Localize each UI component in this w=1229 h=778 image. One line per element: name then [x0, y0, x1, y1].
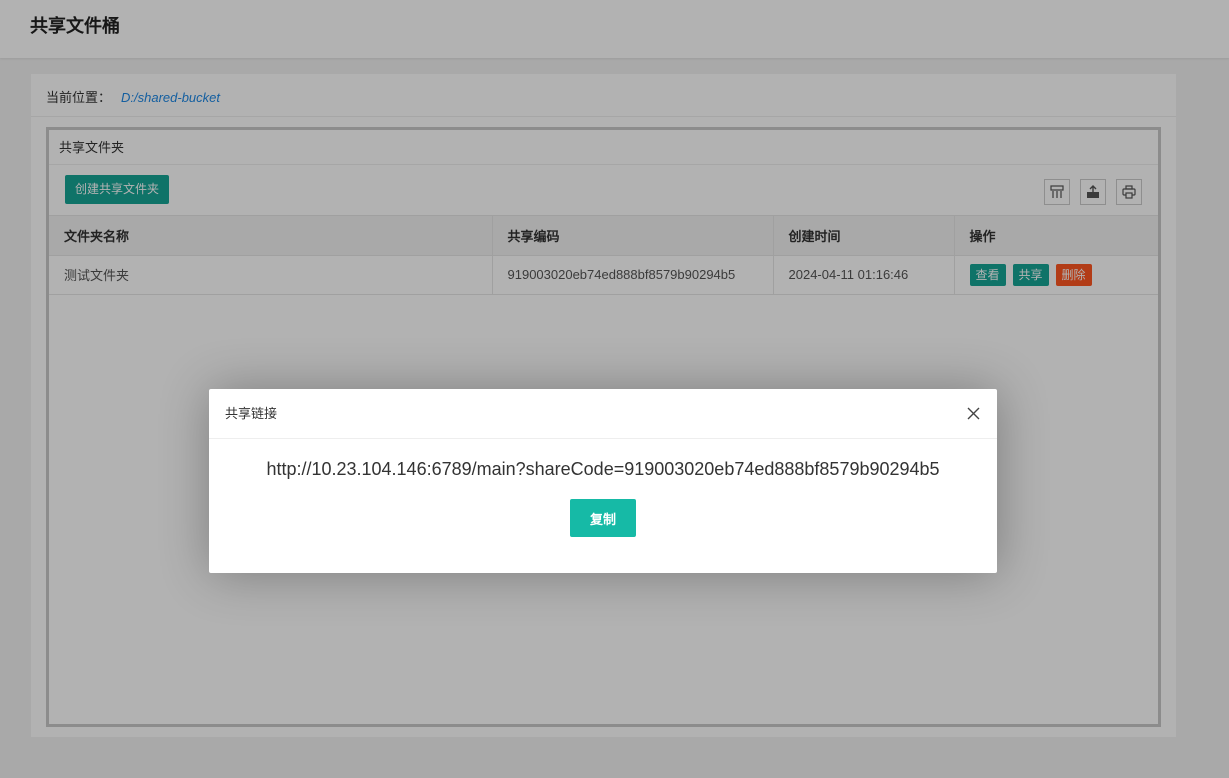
copy-button[interactable]: 复制 [570, 499, 636, 537]
close-icon[interactable] [966, 406, 981, 421]
share-link-text: http://10.23.104.146:6789/main?shareCode… [266, 459, 940, 479]
dialog-title: 共享链接 [225, 406, 278, 421]
share-link-dialog: 共享链接 http://10.23.104.146:6789/main?shar… [209, 389, 997, 573]
dialog-header: 共享链接 [209, 389, 997, 439]
